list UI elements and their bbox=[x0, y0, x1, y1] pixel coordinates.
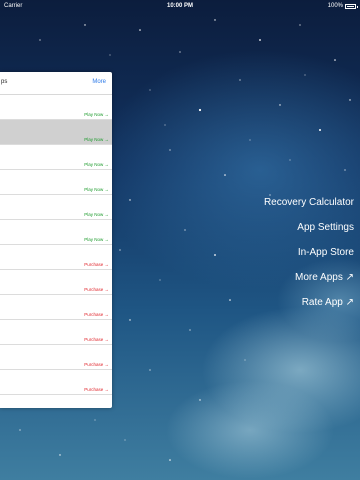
purchase-button[interactable]: Purchase → bbox=[84, 287, 109, 292]
purchase-button[interactable]: Purchase → bbox=[84, 362, 109, 367]
clock: 10:00 PM bbox=[166, 3, 193, 9]
purchase-button[interactable]: Purchase → bbox=[84, 387, 109, 392]
play-now-button[interactable]: Play Now → bbox=[84, 137, 109, 142]
play-now-button[interactable]: Play Now → bbox=[84, 212, 109, 217]
purchase-button[interactable]: Purchase → bbox=[84, 337, 109, 342]
list-item[interactable]: Purchase → bbox=[0, 245, 112, 270]
list-item[interactable]: Purchase → bbox=[0, 370, 112, 395]
list-item[interactable]: Play Now → bbox=[0, 220, 112, 245]
more-button[interactable]: More bbox=[92, 79, 106, 85]
menu-in-app-store[interactable]: In-App Store bbox=[298, 247, 354, 258]
list-item[interactable]: Play Now → bbox=[0, 95, 112, 120]
list-item[interactable]: Purchase → bbox=[0, 295, 112, 320]
menu-recovery-calculator[interactable]: Recovery Calculator bbox=[264, 197, 354, 208]
menu-more-apps[interactable]: More Apps ↗ bbox=[295, 272, 354, 283]
play-now-button[interactable]: Play Now → bbox=[84, 237, 109, 242]
play-now-button[interactable]: Play Now → bbox=[84, 162, 109, 167]
play-now-button[interactable]: Play Now → bbox=[84, 112, 109, 117]
list-item[interactable]: Purchase → bbox=[0, 320, 112, 345]
list-item[interactable]: Play Now → bbox=[0, 120, 112, 145]
battery-icon bbox=[345, 3, 358, 9]
battery-status: 100% bbox=[327, 0, 358, 12]
apps-list: Play Now → Play Now → Play Now → Play Now →… bbox=[0, 95, 112, 395]
status-bar: Carrier 10:00 PM 100% bbox=[0, 0, 360, 12]
battery-percent: 100% bbox=[327, 3, 343, 9]
panel-title: ps bbox=[1, 79, 8, 85]
list-item[interactable]: Play Now → bbox=[0, 170, 112, 195]
purchase-button[interactable]: Purchase → bbox=[84, 262, 109, 267]
list-item[interactable]: Purchase → bbox=[0, 270, 112, 295]
apps-panel: ps More Play Now → Play Now → Play Now → Pl… bbox=[0, 72, 112, 408]
purchase-button[interactable]: Purchase → bbox=[84, 312, 109, 317]
panel-header: ps More bbox=[0, 72, 112, 95]
list-item[interactable]: Purchase → bbox=[0, 345, 112, 370]
list-item[interactable]: Play Now → bbox=[0, 195, 112, 220]
menu-app-settings[interactable]: App Settings bbox=[297, 222, 354, 233]
list-item[interactable]: Play Now → bbox=[0, 145, 112, 170]
menu-rate-app[interactable]: Rate App ↗ bbox=[302, 297, 354, 308]
play-now-button[interactable]: Play Now → bbox=[84, 187, 109, 192]
